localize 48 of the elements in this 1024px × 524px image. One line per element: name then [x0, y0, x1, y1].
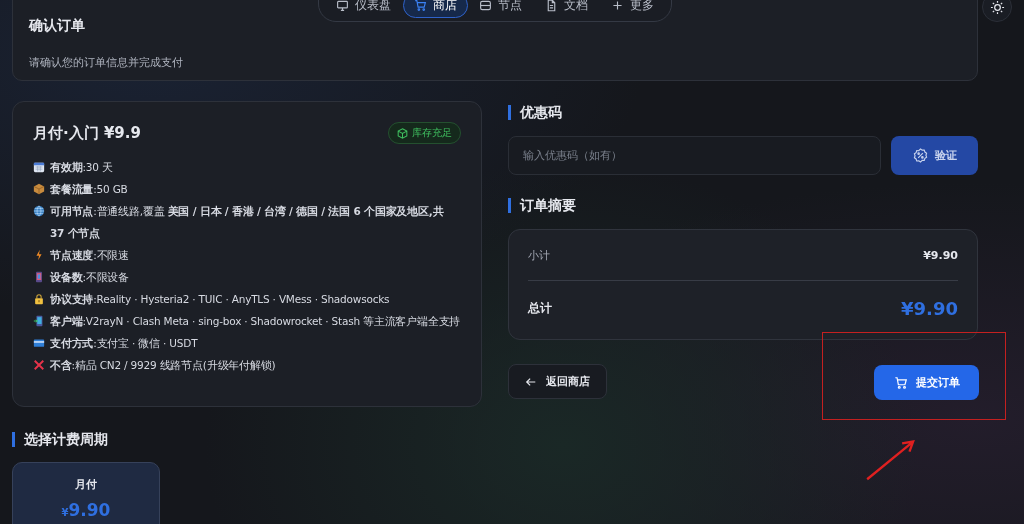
phone-icon	[33, 271, 45, 283]
plan-feature: 套餐流量:50 GB	[50, 182, 128, 197]
theme-toggle-button[interactable]	[982, 0, 1012, 22]
option-price: 9.90	[68, 500, 111, 520]
cross-icon	[33, 359, 45, 371]
package-icon	[33, 183, 45, 195]
cart-icon	[413, 0, 427, 12]
plan-feature: 设备数:不限设备	[50, 270, 129, 285]
sun-icon	[989, 0, 1005, 15]
plan-feature: 节点速度:不限速	[50, 248, 129, 263]
total-label: 总计	[528, 300, 552, 317]
nav-tab[interactable]: 仪表盘	[325, 0, 403, 18]
page-subtitle: 请确认您的订单信息并完成支付	[29, 55, 184, 70]
plan-feature: 不含:精品 CN2 / 9929 线路节点(升级年付解锁)	[50, 358, 276, 373]
plan-feature: 客户端:V2rayN · Clash Meta · sing-box · Shadowrocket · Stash 等主流客户端全支持	[50, 314, 461, 329]
server-icon	[479, 0, 493, 12]
verify-button[interactable]: 验证	[891, 136, 978, 175]
billing-option[interactable]: 月付 ¥9.90	[12, 462, 160, 524]
nav-tab[interactable]: 更多	[599, 0, 665, 18]
coupon-input-field[interactable]: 输入优惠码（如有）	[508, 136, 881, 175]
section-title: 订单摘要	[508, 198, 978, 213]
discount-icon	[912, 148, 928, 163]
submit-order-button[interactable]: 提交订单	[874, 365, 979, 400]
plan-feature: 有效期:30 天	[50, 160, 113, 175]
arrow-left-icon	[525, 375, 537, 388]
subtotal-label: 小计	[528, 247, 550, 263]
plan-feature: 支付方式:支付宝 · 微信 · USDT	[50, 336, 198, 351]
plan-title: 月付·入门 ¥9.9	[33, 123, 141, 143]
box-icon	[397, 127, 408, 139]
credit-card-icon	[33, 337, 45, 349]
stock-status: 库存充足	[412, 126, 452, 140]
subtotal-amount: ¥9.90	[923, 248, 958, 262]
option-label: 月付	[75, 477, 97, 492]
back-to-shop-button[interactable]: 返回商店	[508, 364, 607, 399]
section-title: 选择计费周期	[12, 432, 482, 447]
plan-feature: 可用节点:普通线路,覆盖 美国 / 日本 / 香港 / 台湾 / 德国 / 法国 6 个国家及地区,共 37 个节点	[50, 204, 445, 241]
currency-symbol: ¥	[61, 507, 69, 518]
monitor-icon	[336, 0, 350, 12]
plus-icon	[610, 0, 624, 12]
globe-icon	[33, 205, 45, 217]
calendar-icon	[33, 161, 45, 173]
plan-feature: 协议支持:Reality · Hysteria2 · TUIC · AnyTLS · VMess · Shadowsocks	[50, 292, 390, 307]
section-title: 优惠码	[508, 105, 978, 120]
phone-icon	[33, 315, 45, 327]
lock-icon	[33, 293, 45, 305]
total-amount: ¥9.90	[901, 298, 958, 319]
page-title: 确认订单	[29, 17, 86, 35]
cart-icon	[893, 375, 908, 390]
